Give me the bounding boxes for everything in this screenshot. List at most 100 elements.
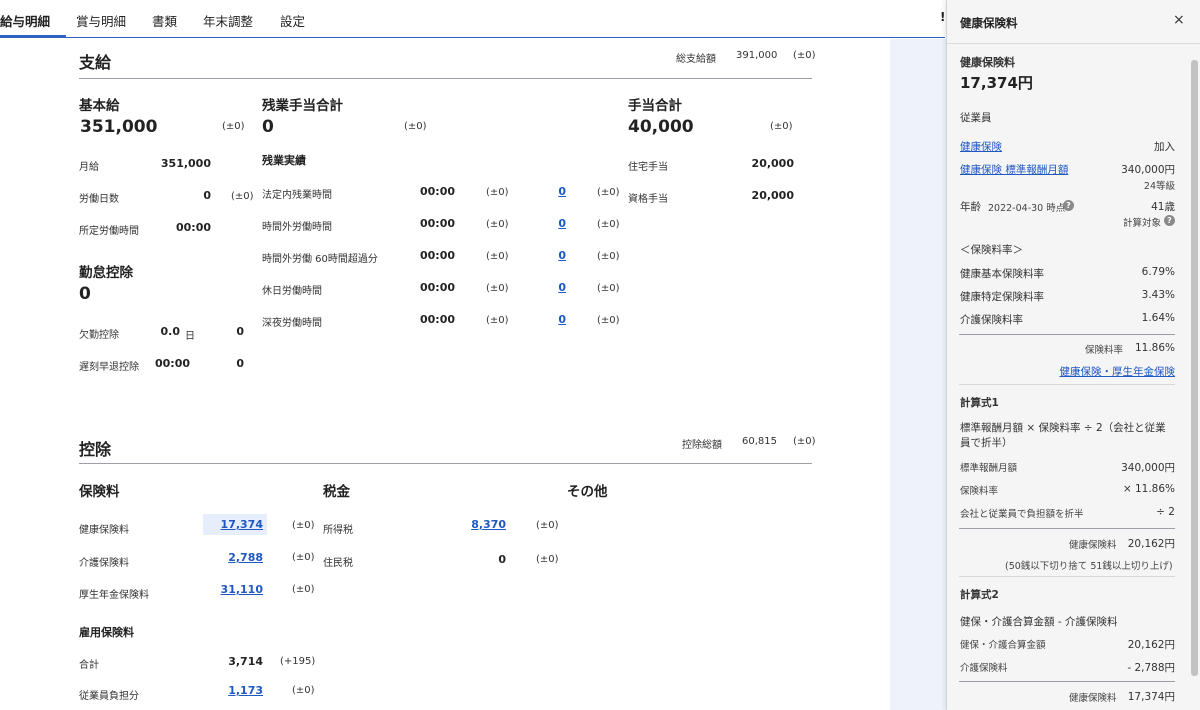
zeikin-row-value: 0 [498, 553, 506, 566]
kojo-total-diff: (±0) [793, 436, 816, 447]
formula1-row-value: ÷ 2 [1156, 506, 1175, 518]
zangyo-amount-link[interactable]: 0 [540, 185, 566, 198]
zangyo-amount-link[interactable]: 0 [540, 249, 566, 262]
teate-row-value: 20,000 [751, 189, 794, 202]
zangyo-amount-link[interactable]: 0 [540, 217, 566, 230]
zangyo-row-label: 深夜労働時間 [262, 318, 322, 329]
formula1-row-label: 保険料率 [960, 486, 999, 497]
kihon-row-value: 00:00 [175, 221, 211, 234]
hoken-row-label: 厚生年金保険料 [79, 590, 149, 601]
formula1-row-value: 340,000円 [1121, 462, 1175, 474]
tab-shoyo-meisai[interactable]: 賞与明細 [76, 11, 126, 30]
hoken-row-diff: (±0) [292, 584, 315, 595]
formula1-result-label: 健康保険料 [1069, 540, 1117, 551]
zangyo-row-diff: (±0) [486, 219, 509, 230]
rate-total-value: 11.86% [1134, 342, 1175, 354]
age-value: 41歳 [1151, 201, 1175, 213]
nav-divider [66, 37, 945, 38]
tab-settei[interactable]: 設定 [280, 11, 305, 30]
teate-row-value: 20,000 [751, 157, 794, 170]
shikyu-total-value: 391,000 [736, 50, 778, 61]
kintai-row-value: 0.0 [160, 325, 181, 338]
rate-total-label: 保険料率 [1085, 345, 1124, 356]
close-icon[interactable]: × [1173, 12, 1185, 28]
kenko-hoken-link[interactable]: 17,374 [205, 518, 263, 531]
koyo-row-diff: (+195) [280, 656, 316, 667]
kihon-row-label: 労働日数 [79, 194, 119, 205]
rate-value: 1.64% [1141, 312, 1175, 324]
zangyo-amount-link[interactable]: 0 [540, 313, 566, 326]
rate-label: 介護保険料率 [960, 314, 1023, 326]
kintai-row-unit: 日 [185, 331, 195, 342]
zangyo-row-diff: (±0) [486, 315, 509, 326]
shikyu-divider [79, 78, 812, 79]
age-sub: 計算対象 [1122, 218, 1161, 229]
zeikin-row-diff: (±0) [536, 520, 559, 531]
panel-amount: 17,374円 [960, 74, 1033, 92]
panel-divider [959, 528, 1175, 529]
shikyu-total-label: 総支給額 [676, 54, 716, 65]
help-icon[interactable]: ? [1164, 215, 1175, 226]
hyojun-link[interactable]: 健康保険 標準報酬月額 [960, 162, 1068, 177]
kojo-total-label: 控除総額 [682, 440, 722, 451]
koyo-row-diff: (±0) [292, 685, 315, 696]
tab-shorui[interactable]: 書類 [152, 11, 177, 30]
teate-value: 40,000 [628, 117, 694, 137]
hoken-title: 保険料 [79, 484, 120, 500]
kojo-divider [79, 463, 812, 464]
scrollbar-thumb[interactable] [1191, 60, 1198, 676]
rate-link[interactable]: 健康保険・厚生年金保険 [1053, 364, 1176, 379]
shotokuzei-link[interactable]: 8,370 [456, 518, 506, 531]
zangyo-row-diff: (±0) [597, 187, 620, 198]
formula2-result-label: 健康保険料 [1069, 693, 1117, 704]
hoken-row-diff: (±0) [292, 552, 315, 563]
kihon-value: 351,000 [80, 117, 158, 137]
formula2-result-value: 17,374円 [1127, 691, 1175, 703]
tab-nenmatsu-chosei[interactable]: 年末調整 [203, 11, 253, 30]
hoken-row-label: 健康保険料 [79, 525, 129, 536]
kihon-row-value: 351,000 [160, 157, 211, 170]
zangyo-amount-link[interactable]: 0 [540, 281, 566, 294]
zeikin-title: 税金 [323, 484, 350, 500]
zangyo-row-diff: (±0) [486, 187, 509, 198]
zangyo-row-label: 法定内残業時間 [262, 190, 332, 201]
top-nav: 給与明細 賞与明細 書類 年末調整 設定 ! [0, 0, 945, 38]
teate-title: 手当合計 [628, 98, 682, 114]
shikyu-title: 支給 [79, 53, 112, 72]
formula2-desc: 健保・介護合算金額 - 介護保険料 [960, 616, 1118, 628]
hyojun-grade: 24等級 [1143, 181, 1175, 192]
kaigo-hoken-link[interactable]: 2,788 [205, 551, 263, 564]
kosei-nenkin-link[interactable]: 31,110 [205, 583, 263, 596]
zangyo-row-time: 00:00 [419, 217, 455, 230]
zangyo-row-time: 00:00 [419, 185, 455, 198]
formula2-row-value: - 2,788円 [1127, 662, 1175, 674]
panel-scrollbar[interactable] [1189, 44, 1199, 710]
koyo-jugyoin-link[interactable]: 1,173 [205, 684, 263, 697]
tab-kyuyo-meisai[interactable]: 給与明細 [0, 11, 50, 30]
shikyu-total-diff: (±0) [793, 50, 816, 61]
formula1-row-label: 標準報酬月額 [960, 463, 1018, 474]
kenpo-link[interactable]: 健康保険 [960, 139, 1002, 154]
teate-row-label: 住宅手当 [628, 162, 668, 173]
kenpo-value: 加入 [1154, 141, 1175, 153]
kihon-row-diff: (±0) [231, 191, 254, 202]
kintai-value: 0 [79, 284, 91, 304]
formula1-row-label: 会社と従業員で負担額を折半 [960, 509, 1084, 520]
formula1-desc: 標準報酬月額 × 保険料率 ÷ 2（会社と従業員で折半） [960, 422, 1166, 449]
kintai-row-amount: 0 [236, 325, 244, 338]
kintai-title: 勤怠控除 [79, 265, 133, 281]
formula1-title: 計算式1 [960, 397, 999, 409]
rate-value: 6.79% [1141, 266, 1175, 278]
panel-header: 健康保険料 × [947, 0, 1200, 44]
zangyo-row-diff: (±0) [597, 315, 620, 326]
detail-panel: 健康保険料 × 健康保険料 17,374円 従業員 健康保険 加入 健康保険 標… [946, 0, 1200, 710]
koyo-row-label: 従業員負担分 [79, 691, 139, 702]
age-label: 年齢 [960, 201, 981, 213]
rate-label: 健康基本保険料率 [960, 268, 1044, 280]
zangyo-row-time: 00:00 [419, 249, 455, 262]
zangyo-value: 0 [262, 117, 274, 137]
koyo-title: 雇用保険料 [79, 626, 134, 639]
help-icon[interactable]: ? [1063, 200, 1074, 211]
panel-divider [959, 576, 1175, 577]
panel-divider [959, 681, 1175, 682]
